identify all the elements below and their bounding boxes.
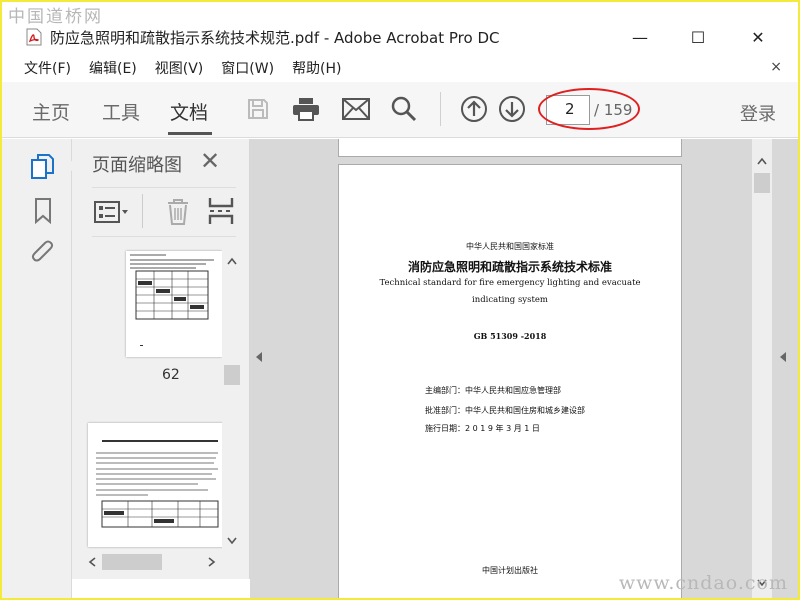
app-window: 中国道桥网 防应急照明和疏散指示系统技术规范.pdf - Adobe Acrob…	[2, 2, 798, 598]
tools-divider	[142, 194, 143, 228]
thumbnail-panel: 页面缩略图 ✕ 62	[72, 139, 250, 579]
scroll-down-arrow-icon[interactable]	[227, 537, 237, 545]
scroll-right-arrow-icon[interactable]	[208, 557, 216, 567]
page-effective-date: 施行日期：2 0 1 9 年 3 月 1 日	[425, 424, 540, 433]
minimize-button[interactable]: —	[618, 24, 662, 50]
menu-view[interactable]: 视图(V)	[155, 58, 204, 78]
page-title: 消防应急照明和疏散指示系统技术标准	[407, 260, 612, 274]
menu-window[interactable]: 窗口(W)	[221, 58, 274, 78]
options-menu-icon[interactable]	[94, 200, 130, 228]
tab-home[interactable]: 主页	[32, 98, 70, 125]
scrollbar-thumb[interactable]	[224, 365, 240, 385]
close-panel-button[interactable]: ✕	[200, 147, 220, 175]
scroll-left-arrow-icon[interactable]	[88, 557, 96, 567]
thumbnail-vertical-scrollbar[interactable]	[222, 239, 242, 561]
page-down-icon[interactable]	[496, 94, 528, 124]
crop-icon[interactable]	[208, 196, 234, 230]
bookmark-icon[interactable]	[30, 197, 56, 225]
thumbnail-page[interactable]	[126, 251, 222, 357]
scroll-up-arrow-icon[interactable]	[227, 257, 237, 265]
pdf-page: 中华人民共和国国家标准 消防应急照明和疏散指示系统技术标准 Technical …	[338, 164, 682, 598]
toolbar-divider	[440, 92, 441, 126]
page-standard-code: GB 51309 -2018	[473, 331, 547, 341]
menu-edit[interactable]: 编辑(E)	[89, 58, 137, 78]
thumbnail-horizontal-scrollbar[interactable]	[86, 552, 224, 572]
highlight-annotation	[538, 88, 640, 130]
minimize-icon: —	[632, 27, 648, 47]
watermark-top: 中国道桥网	[8, 7, 103, 27]
tab-tools[interactable]: 工具	[102, 98, 140, 125]
panel-toolbar	[92, 187, 236, 237]
collapse-left-panel-icon[interactable]	[254, 351, 264, 363]
active-tab-indicator	[168, 132, 212, 135]
tab-document[interactable]: 文档	[170, 98, 208, 125]
page-editor: 主编部门：中华人民共和国应急管理部	[425, 386, 561, 395]
search-icon[interactable]	[388, 94, 420, 124]
menu-help[interactable]: 帮助(H)	[292, 58, 341, 78]
page-thumbnails-icon[interactable]	[30, 153, 56, 181]
print-icon[interactable]	[290, 94, 322, 124]
close-window-button[interactable]: ✕	[736, 24, 780, 50]
menu-file[interactable]: 文件(F)	[24, 58, 71, 78]
toolbar: 主页 工具 文档 2 / 159 登录	[2, 82, 798, 138]
page-english-title-2: indicating system	[472, 295, 548, 305]
scrollbar-thumb[interactable]	[754, 173, 770, 193]
watermark-bottom: www.cndao.com	[618, 572, 788, 594]
menu-bar: 文件(F) 编辑(E) 视图(V) 窗口(W) 帮助(H) ×	[2, 56, 798, 80]
thumbnail-list: 62	[86, 239, 242, 559]
document-viewer[interactable]: 中华人民共和国国家标准 消防应急照明和疏散指示系统技术标准 Technical …	[250, 139, 798, 598]
page-header: 中华人民共和国国家标准	[466, 242, 554, 251]
page-approver: 批准部门：中华人民共和国住房和城乡建设部	[425, 406, 585, 415]
navigation-rail	[2, 139, 74, 598]
page-english-title-1: Technical standard for fire emergency li…	[379, 278, 641, 288]
email-icon[interactable]	[340, 94, 372, 124]
scrollbar-thumb[interactable]	[102, 554, 162, 570]
login-button[interactable]: 登录	[740, 100, 776, 126]
thumbnail-page[interactable]	[88, 423, 224, 547]
attachment-icon[interactable]	[30, 239, 56, 267]
close-document-button[interactable]: ×	[770, 59, 782, 75]
document-vertical-scrollbar[interactable]	[752, 139, 772, 598]
maximize-icon: ☐	[690, 27, 706, 47]
panel-title: 页面缩略图	[92, 155, 182, 176]
maximize-button[interactable]: ☐	[676, 24, 720, 50]
title-bar: 防应急照明和疏散指示系统技术规范.pdf - Adobe Acrobat Pro…	[2, 20, 798, 54]
thumbnail-page-number: 62	[162, 367, 180, 383]
previous-page	[338, 139, 682, 157]
window-title: 防应急照明和疏散指示系统技术规范.pdf - Adobe Acrobat Pro…	[50, 29, 500, 47]
page-up-icon[interactable]	[458, 94, 490, 124]
close-icon: ✕	[751, 27, 765, 47]
pdf-file-icon	[26, 28, 42, 46]
scroll-up-arrow-icon[interactable]	[757, 157, 767, 165]
delete-icon[interactable]	[166, 198, 190, 230]
collapse-right-panel-icon[interactable]	[778, 351, 788, 363]
save-icon[interactable]	[242, 94, 274, 124]
